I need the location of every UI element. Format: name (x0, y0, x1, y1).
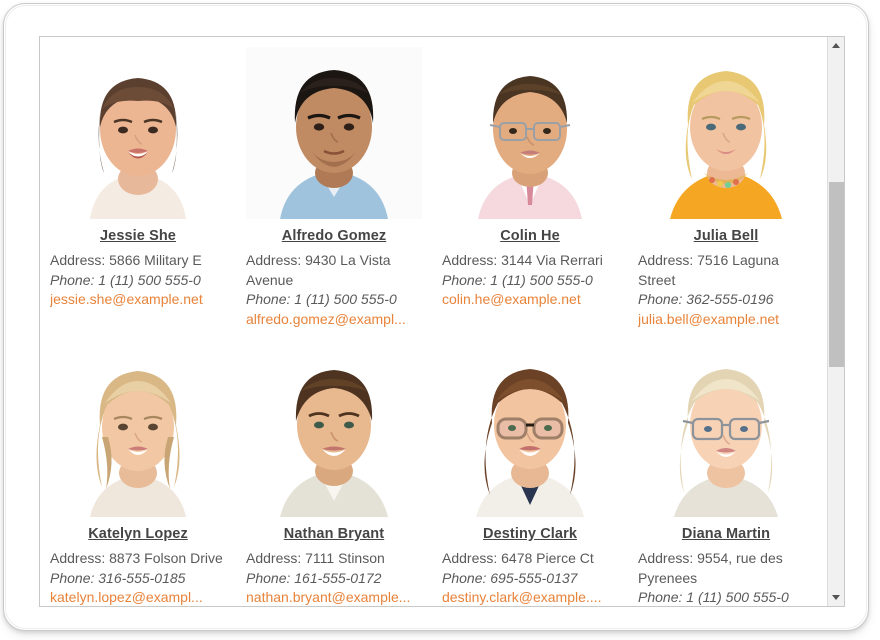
contact-name-link[interactable]: Katelyn Lopez (50, 526, 226, 542)
chevron-up-icon (832, 43, 840, 48)
scroll-up-button[interactable] (828, 37, 844, 54)
contact-photo (442, 345, 618, 517)
contact-phone: Phone: 1 (11) 500 555-0 (50, 271, 201, 288)
contact-phone: Phone: 1 (11) 500 555-0 (638, 589, 789, 605)
contact-address: Address: 9430 La Vista Avenue (246, 252, 391, 288)
contact-photo (442, 47, 618, 219)
contact-email-link[interactable]: jessie.she@example.net (50, 290, 226, 310)
contact-photo (50, 47, 226, 219)
scroll-down-button[interactable] (828, 589, 844, 606)
contact-address: Address: 9554, rue des Pyrenees (638, 550, 783, 586)
contact-name-link[interactable]: Diana Martin (638, 526, 814, 542)
contact-phone: Phone: 1 (11) 500 555-0 (246, 291, 397, 307)
contact-email-link[interactable]: colin.he@example.net (442, 290, 618, 310)
contact-address: Address: 8873 Folson Drive (50, 550, 223, 566)
contact-phone: Phone: 161-555-0172 (246, 569, 382, 586)
contact-card[interactable]: Katelyn Lopez Address: 8873 Folson Drive… (40, 335, 236, 606)
contact-address: Address: 7516 Laguna Street (638, 252, 779, 288)
contact-address: Address: 7111 Stinson (246, 550, 385, 566)
contact-card[interactable]: Julia Bell Address: 7516 Laguna Street P… (628, 37, 824, 329)
contact-photo (246, 345, 422, 517)
contact-card-grid: Jessie She Address: 5866 Military E Phon… (40, 37, 827, 606)
contact-card[interactable]: Diana Martin Address: 9554, rue des Pyre… (628, 335, 824, 606)
contact-phone: Phone: 362-555-0196 (638, 291, 774, 307)
gallery-panel: Jessie She Address: 5866 Military E Phon… (39, 36, 845, 607)
contact-name-link[interactable]: Jessie She (50, 228, 226, 244)
contact-address: Address: 6478 Pierce Ct (442, 550, 594, 566)
contact-phone: Phone: 316-555-0185 (50, 569, 186, 586)
contact-card[interactable]: Jessie She Address: 5866 Military E Phon… (40, 37, 236, 329)
gallery-scroll-viewport[interactable]: Jessie She Address: 5866 Military E Phon… (40, 37, 827, 606)
contact-address: Address: 3144 Via Rerrari (442, 252, 603, 268)
contact-card[interactable]: Nathan Bryant Address: 7111 Stinson Phon… (236, 335, 432, 606)
contact-name-link[interactable]: Julia Bell (638, 228, 814, 244)
contact-photo (50, 345, 226, 517)
contact-card[interactable]: Destiny Clark Address: 6478 Pierce Ct Ph… (432, 335, 628, 606)
contact-photo (246, 47, 422, 219)
contact-name-link[interactable]: Destiny Clark (442, 526, 618, 542)
contact-address: Address: 5866 Military E (50, 252, 202, 268)
contact-photo (638, 47, 814, 219)
contact-phone: Phone: 1 (11) 500 555-0 (442, 271, 593, 288)
vertical-scrollbar[interactable] (827, 37, 844, 606)
contact-email-link[interactable]: julia.bell@example.net (638, 310, 814, 330)
contact-email-link[interactable]: destiny.clark@example.... (442, 588, 618, 606)
contact-name-link[interactable]: Nathan Bryant (246, 526, 422, 542)
contact-name-link[interactable]: Colin He (442, 228, 618, 244)
app-window: Jessie She Address: 5866 Military E Phon… (3, 3, 869, 631)
contact-email-link[interactable]: nathan.bryant@example... (246, 588, 422, 606)
chevron-down-icon (832, 595, 840, 600)
scrollbar-thumb[interactable] (829, 182, 844, 367)
contact-card[interactable]: Colin He Address: 3144 Via Rerrari Phone… (432, 37, 628, 329)
contact-email-link[interactable]: alfredo.gomez@exampl... (246, 310, 422, 330)
contact-name-link[interactable]: Alfredo Gomez (246, 228, 422, 244)
contact-card[interactable]: Alfredo Gomez Address: 9430 La Vista Ave… (236, 37, 432, 329)
contact-photo (638, 345, 814, 517)
contact-phone: Phone: 695-555-0137 (442, 569, 578, 586)
contact-email-link[interactable]: katelyn.lopez@exampl... (50, 588, 226, 606)
